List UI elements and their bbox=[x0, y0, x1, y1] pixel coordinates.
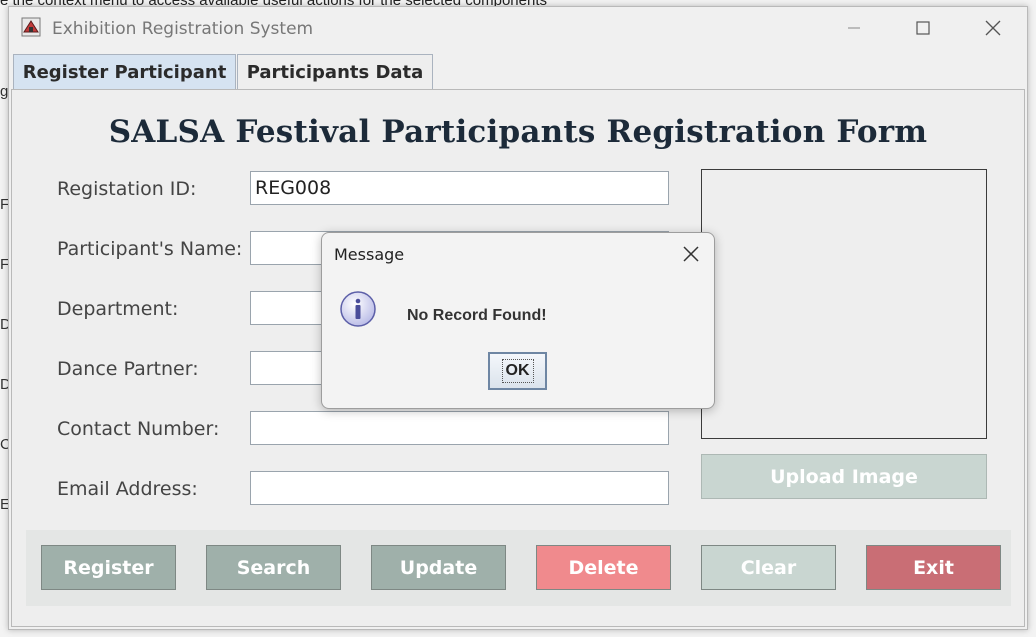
dialog-title: Message bbox=[334, 245, 405, 264]
registration-id-label: Registation ID: bbox=[57, 178, 197, 200]
participant-image-preview bbox=[701, 169, 987, 439]
app-logo-icon bbox=[21, 17, 41, 37]
contact-number-input[interactable] bbox=[250, 411, 669, 445]
email-address-label: Email Address: bbox=[57, 478, 198, 500]
email-address-input[interactable] bbox=[250, 471, 669, 505]
message-dialog: Message No Record Found! OK bbox=[321, 232, 715, 409]
delete-button[interactable]: Delete bbox=[536, 545, 671, 590]
title-bar[interactable]: Exhibition Registration System bbox=[9, 7, 1027, 49]
upload-image-button[interactable]: Upload Image bbox=[701, 454, 987, 499]
dialog-message: No Record Found! bbox=[407, 307, 547, 324]
info-icon bbox=[340, 291, 376, 327]
registration-id-input[interactable] bbox=[250, 171, 669, 205]
minimize-icon bbox=[848, 27, 860, 29]
tab-register-participant[interactable]: Register Participant bbox=[13, 54, 236, 90]
action-button-bar: Register Search Update Delete Clear Exit bbox=[26, 530, 1011, 606]
participant-name-label: Participant's Name: bbox=[57, 238, 243, 260]
window-title: Exhibition Registration System bbox=[52, 19, 314, 39]
minimize-button[interactable] bbox=[831, 13, 877, 43]
update-button[interactable]: Update bbox=[371, 545, 506, 590]
contact-number-label: Contact Number: bbox=[57, 418, 220, 440]
close-window-button[interactable] bbox=[970, 13, 1016, 43]
department-label: Department: bbox=[57, 298, 179, 320]
ok-button[interactable]: OK bbox=[488, 352, 547, 390]
maximize-button[interactable] bbox=[900, 13, 946, 43]
form-title: SALSA Festival Participants Registration… bbox=[108, 114, 928, 150]
search-button[interactable]: Search bbox=[206, 545, 341, 590]
close-icon bbox=[985, 20, 1001, 36]
register-button[interactable]: Register bbox=[41, 545, 176, 590]
dance-partner-label: Dance Partner: bbox=[57, 358, 199, 380]
tab-participants-data[interactable]: Participants Data bbox=[237, 54, 433, 90]
exit-button[interactable]: Exit bbox=[866, 545, 1001, 590]
maximize-icon bbox=[916, 21, 930, 35]
clear-button[interactable]: Clear bbox=[701, 545, 836, 590]
ok-button-label: OK bbox=[501, 359, 534, 383]
close-icon[interactable] bbox=[680, 243, 702, 265]
